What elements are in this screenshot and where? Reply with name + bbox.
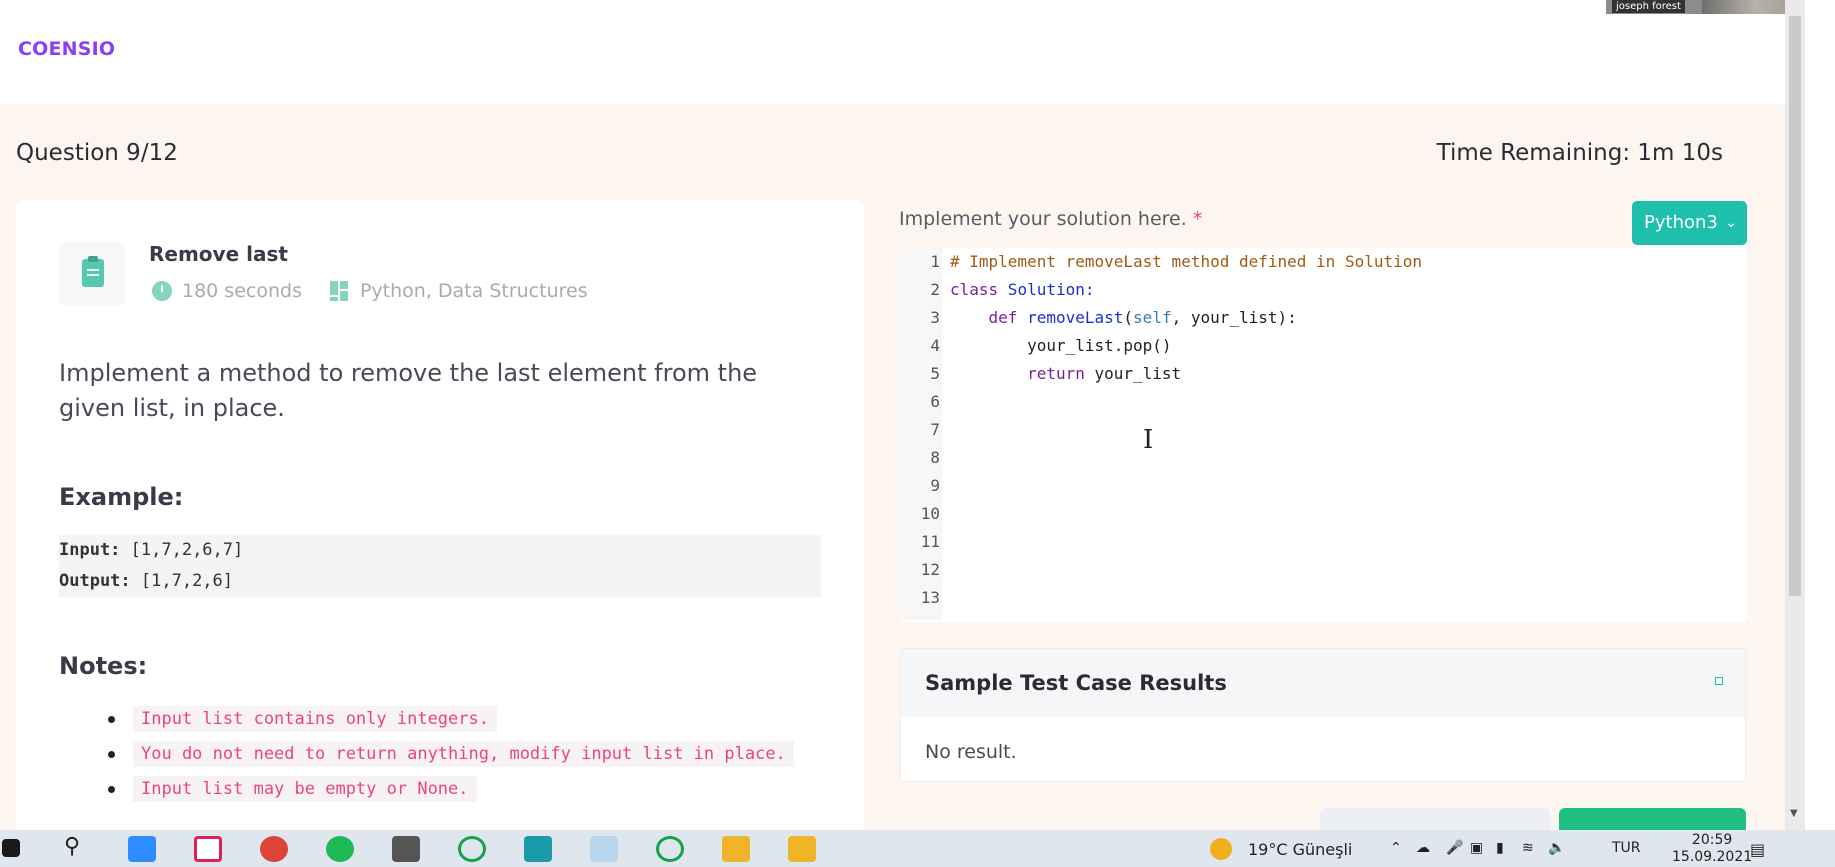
scroll-down-arrow-icon[interactable]: ▼ [1790, 808, 1798, 819]
code-editor[interactable]: 1 # Implement removeLast method defined i… [900, 248, 1747, 622]
search-icon[interactable]: ⚲ [64, 834, 92, 860]
text-cursor-icon: I [1143, 425, 1154, 455]
windows-taskbar: ⚲ 19°C Güneşli ⌃ ☁ 🎤 ▣ ▮ ≋ 🔈 TUR 20:59 1… [0, 830, 1835, 867]
line-number: 6 [930, 392, 940, 411]
line-number: 2 [930, 280, 940, 299]
spotify-icon[interactable] [326, 836, 354, 862]
example-code: Input: [1,7,2,6,7] Output: [1,7,2,6] [59, 535, 821, 597]
input-language[interactable]: TUR [1612, 840, 1641, 856]
fontlab-icon[interactable] [524, 836, 552, 862]
question-title: Remove last [149, 242, 288, 266]
question-duration: 180 seconds [182, 280, 302, 302]
code-line: # Implement removeLast method defined in… [950, 252, 1423, 271]
clock-icon [152, 281, 172, 301]
note-item: Input list may be empty or None. [94, 772, 814, 807]
line-number: 13 [920, 588, 940, 607]
example-input: Input: [1,7,2,6,7] [59, 540, 244, 560]
example-output: Output: [1,7,2,6] [59, 571, 234, 591]
weather-sun-icon[interactable] [1210, 838, 1232, 860]
page-scrollbar[interactable]: ▼ [1785, 0, 1805, 830]
code-line: your_list.pop() [950, 336, 1172, 355]
line-number: 11 [920, 532, 940, 551]
test-results-title: Sample Test Case Results [925, 671, 1227, 695]
chrome-icon[interactable] [260, 836, 288, 862]
notes-list: Input list contains only integers. You d… [94, 702, 814, 807]
line-number: 4 [930, 336, 940, 355]
question-counter: Question 9/12 [16, 140, 178, 166]
chevron-down-icon: ⌄ [1725, 215, 1737, 231]
notifications-icon[interactable]: ▤ [1750, 840, 1765, 859]
line-number: 3 [930, 308, 940, 327]
line-number: 5 [930, 364, 940, 383]
expand-icon[interactable] [1715, 677, 1723, 685]
code-line: def removeLast(self, your_list): [950, 308, 1297, 327]
line-number: 10 [920, 504, 940, 523]
question-icon-box [59, 242, 125, 306]
test-results-panel: Sample Test Case Results No result. [900, 648, 1746, 782]
note-item: You do not need to return anything, modi… [94, 737, 814, 772]
wifi-icon[interactable]: ≋ [1522, 840, 1534, 856]
code-line: class Solution: [950, 280, 1095, 299]
refresh-app-icon[interactable] [656, 836, 684, 862]
weather-text[interactable]: 19°C Güneşli [1248, 840, 1352, 859]
display-icon[interactable]: ▣ [1470, 840, 1483, 856]
line-number: 1 [930, 252, 940, 271]
task-manager-icon[interactable] [392, 836, 420, 862]
tray-chevron-icon[interactable]: ⌃ [1390, 840, 1402, 856]
top-bar: COENSIO [0, 0, 1785, 104]
code-line: return your_list [950, 364, 1182, 383]
line-number: 12 [920, 560, 940, 579]
note-item: Input list contains only integers. [94, 702, 814, 737]
line-number: 7 [930, 420, 940, 439]
test-results-header[interactable]: Sample Test Case Results [901, 649, 1745, 717]
snowflake-icon[interactable] [590, 836, 618, 862]
required-mark: * [1192, 208, 1203, 230]
volume-icon[interactable]: 🔈 [1548, 840, 1565, 856]
windows-start-icon[interactable] [2, 839, 20, 857]
coensio-logo[interactable]: COENSIO [18, 38, 115, 60]
question-description: Implement a method to remove the last el… [59, 359, 758, 422]
slack-icon[interactable] [194, 836, 222, 862]
participant-name: joseph forest [1612, 0, 1685, 13]
test-results-body: No result. [925, 741, 1017, 763]
time-remaining: Time Remaining: 1m 10s [1436, 140, 1723, 166]
folder-icon[interactable] [788, 836, 816, 862]
zoom-icon[interactable] [128, 836, 156, 862]
microphone-icon[interactable]: 🎤 [1446, 840, 1463, 856]
scrollbar-thumb[interactable] [1789, 16, 1801, 596]
clipboard-icon [82, 256, 104, 287]
question-meta: 180 seconds Python, Data Structures [152, 280, 588, 302]
window-edge [1805, 0, 1835, 830]
example-heading: Example: [59, 483, 184, 511]
editor-label: Implement your solution here. * [899, 208, 1203, 230]
greenshot-icon[interactable] [458, 836, 486, 862]
tags-icon [329, 281, 350, 301]
question-panel: Remove last 180 seconds Python, Data Str… [16, 200, 864, 867]
line-number: 9 [930, 476, 940, 495]
language-select[interactable]: Python3 ⌄ [1632, 201, 1747, 245]
notes-app-icon[interactable] [722, 836, 750, 862]
onedrive-icon[interactable]: ☁ [1416, 840, 1430, 856]
line-number: 8 [930, 448, 940, 467]
battery-icon[interactable]: ▮ [1496, 840, 1504, 856]
system-clock[interactable]: 20:59 15.09.2021 [1672, 832, 1752, 866]
notes-heading: Notes: [59, 652, 148, 680]
question-tags: Python, Data Structures [359, 280, 588, 302]
